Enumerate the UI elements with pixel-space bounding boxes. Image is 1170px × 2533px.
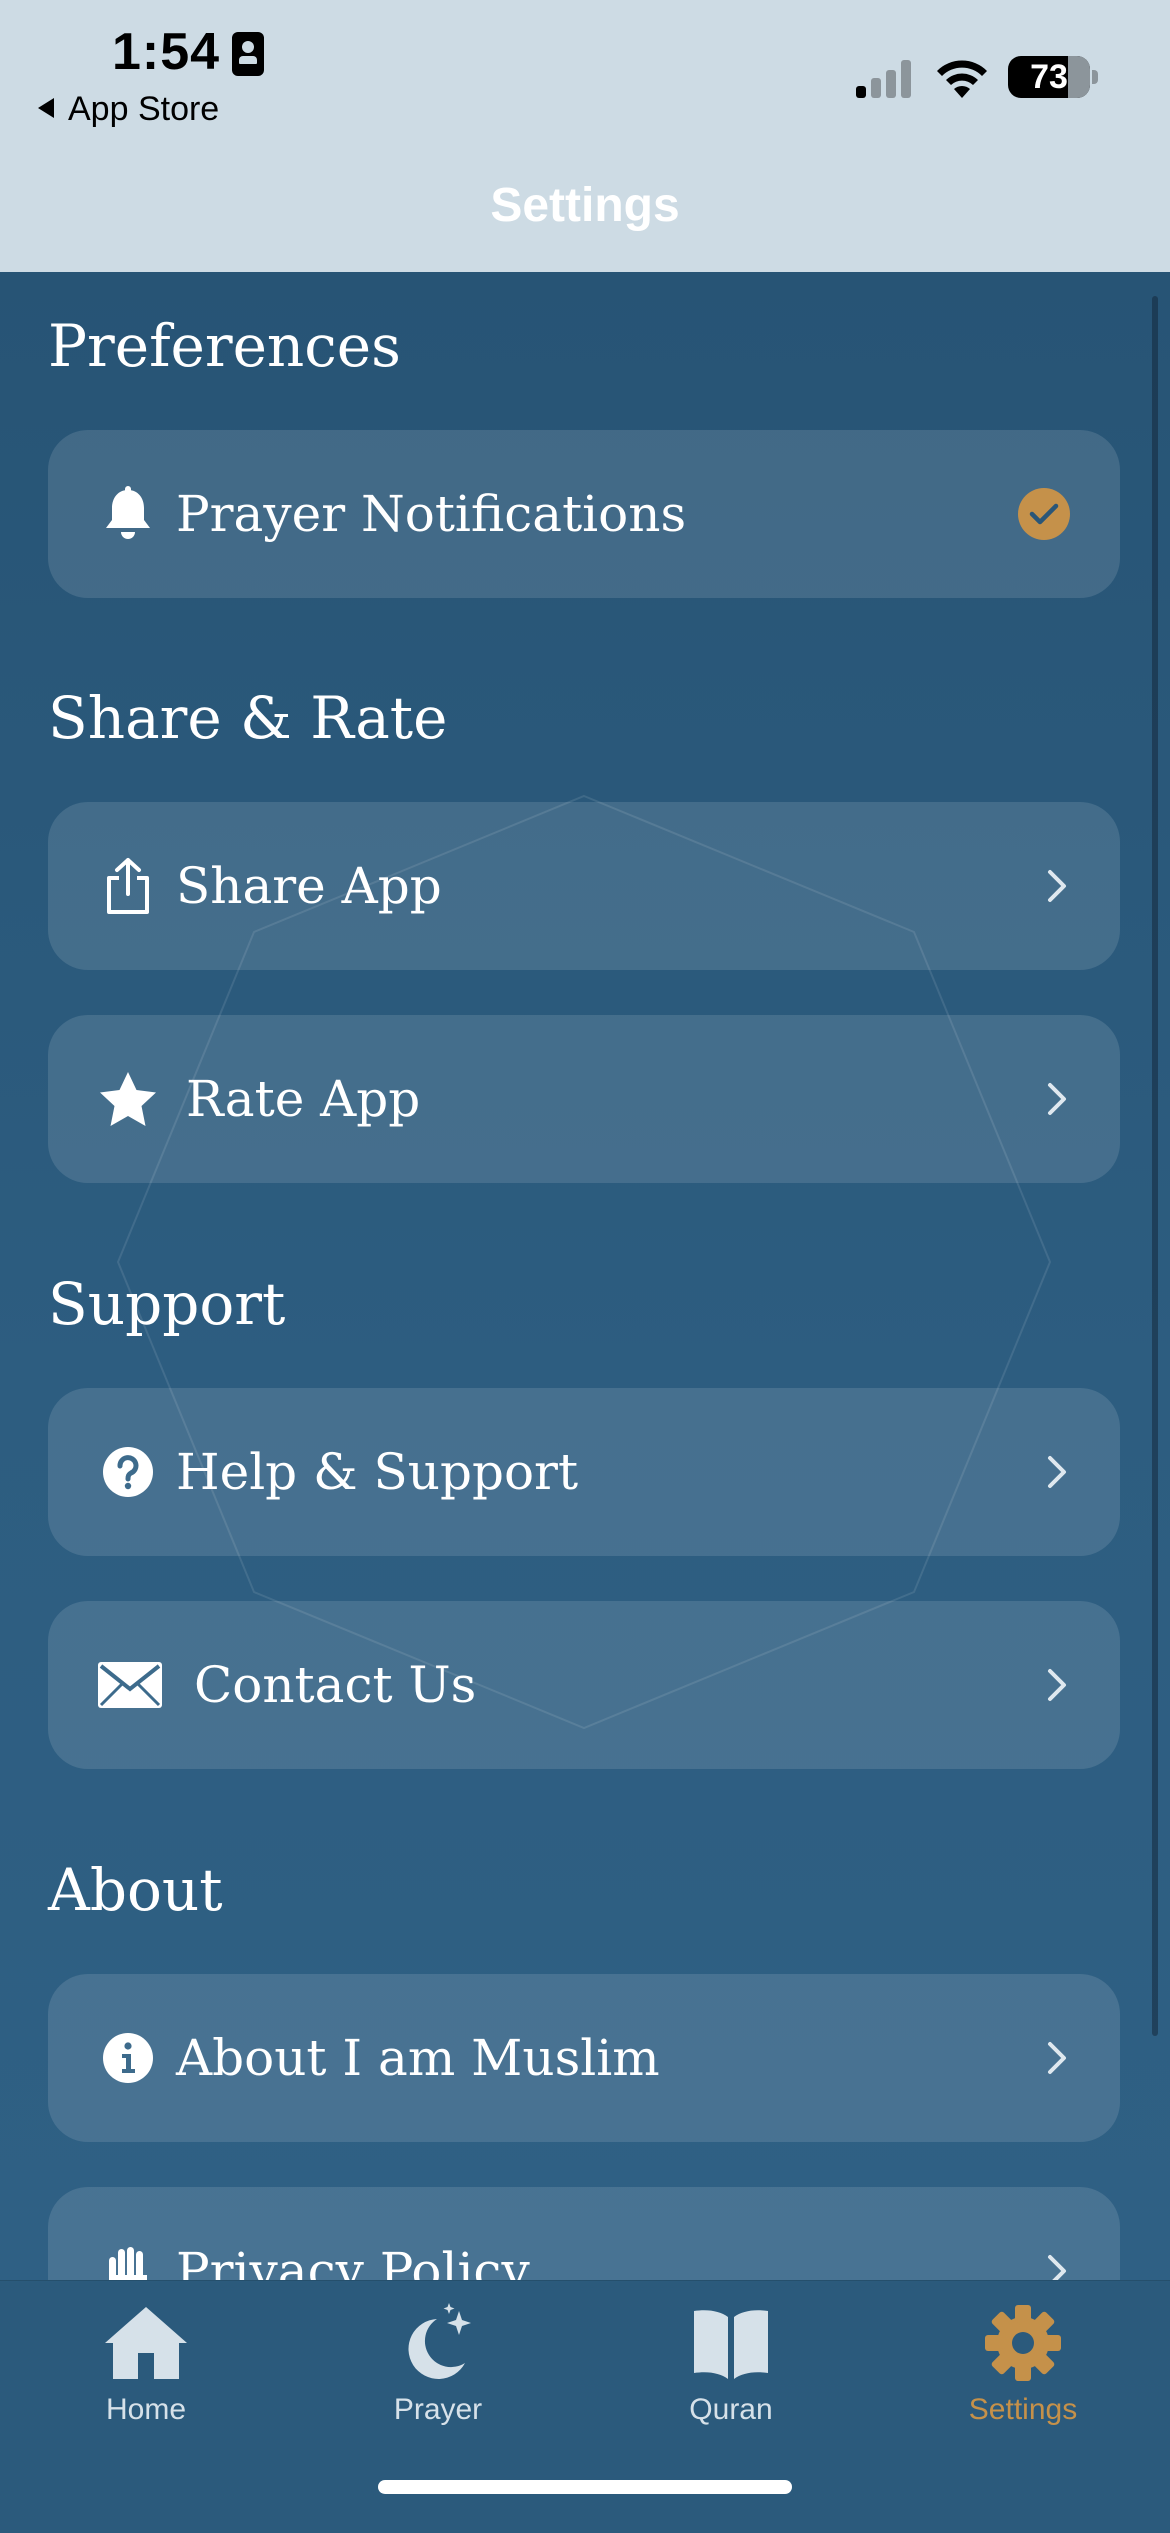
about-row[interactable]: About I am Muslim bbox=[48, 1974, 1120, 2142]
row-label: Rate App bbox=[186, 1070, 421, 1128]
row-label: Share App bbox=[176, 857, 442, 915]
section-title-about: About bbox=[48, 1856, 223, 1924]
chevron-right-icon bbox=[1048, 1669, 1066, 1701]
prayer-notifications-row[interactable]: Prayer Notifications bbox=[48, 430, 1120, 598]
settings-list[interactable]: Preferences Prayer Notifications Share &… bbox=[0, 272, 1170, 2280]
info-circle-icon bbox=[98, 2028, 158, 2088]
rate-app-row[interactable]: Rate App bbox=[48, 1015, 1120, 1183]
back-to-app-store-link[interactable]: App Store bbox=[38, 90, 219, 129]
battery-level: 73 bbox=[1030, 58, 1068, 96]
row-label: About I am Muslim bbox=[176, 2029, 660, 2087]
tab-label: Prayer bbox=[393, 2393, 483, 2426]
row-label: Contact Us bbox=[194, 1656, 477, 1714]
tab-prayer[interactable]: Prayer bbox=[292, 2281, 584, 2441]
tab-quran[interactable]: Quran bbox=[585, 2281, 877, 2441]
contact-us-row[interactable]: Contact Us bbox=[48, 1601, 1120, 1769]
chevron-right-icon bbox=[1048, 1083, 1066, 1115]
tab-label: Quran bbox=[689, 2393, 773, 2426]
tab-home[interactable]: Home bbox=[0, 2281, 292, 2441]
gear-icon bbox=[985, 2305, 1061, 2381]
checkmark-icon[interactable] bbox=[1018, 488, 1070, 540]
row-label: Prayer Notifications bbox=[176, 485, 687, 543]
status-bar: 1:54 App Store 73 Settings bbox=[0, 0, 1170, 272]
tab-bar: Home Prayer Quran Settings bbox=[0, 2280, 1170, 2533]
privacy-policy-row[interactable]: Privacy Policy bbox=[48, 2187, 1120, 2280]
wifi-icon bbox=[937, 60, 987, 98]
tab-label: Settings bbox=[968, 2393, 1078, 2426]
star-icon bbox=[98, 1069, 158, 1129]
row-label: Help & Support bbox=[176, 1443, 579, 1501]
share-icon bbox=[98, 856, 158, 916]
help-support-row[interactable]: Help & Support bbox=[48, 1388, 1120, 1556]
row-label: Privacy Policy bbox=[176, 2242, 530, 2280]
battery-icon: 73 bbox=[1008, 56, 1090, 98]
status-time: 1:54 bbox=[112, 23, 221, 81]
cellular-signal-icon bbox=[856, 58, 916, 98]
house-icon bbox=[105, 2307, 187, 2379]
tab-settings[interactable]: Settings bbox=[877, 2281, 1169, 2441]
chevron-right-icon bbox=[1048, 2255, 1066, 2280]
scrollbar[interactable] bbox=[1152, 296, 1158, 2036]
envelope-icon bbox=[98, 1655, 162, 1715]
section-title-support: Support bbox=[48, 1270, 286, 1338]
open-book-icon bbox=[694, 2310, 768, 2379]
section-title-preferences: Preferences bbox=[48, 312, 401, 380]
chevron-right-icon bbox=[1048, 1456, 1066, 1488]
contact-card-icon bbox=[232, 32, 264, 76]
home-indicator[interactable] bbox=[378, 2480, 792, 2494]
chevron-right-icon bbox=[1048, 2042, 1066, 2074]
question-circle-icon bbox=[98, 1442, 158, 1502]
back-app-label: App Store bbox=[68, 90, 220, 128]
section-title-share-rate: Share & Rate bbox=[48, 684, 448, 752]
tab-label: Home bbox=[105, 2393, 187, 2426]
bell-icon bbox=[98, 484, 158, 544]
page-title: Settings bbox=[490, 179, 680, 232]
chevron-right-icon bbox=[1048, 870, 1066, 902]
back-arrow-icon bbox=[38, 98, 54, 119]
hand-icon bbox=[98, 2241, 158, 2280]
share-app-row[interactable]: Share App bbox=[48, 802, 1120, 970]
moon-stars-icon bbox=[408, 2303, 471, 2379]
